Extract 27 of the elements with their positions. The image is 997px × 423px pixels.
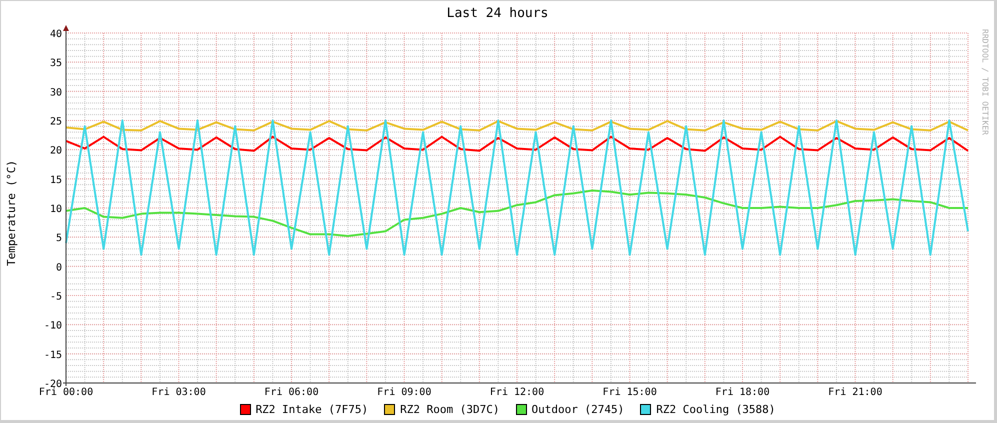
axis-tick-label: Fri 15:00 [603, 387, 658, 398]
legend-label: RZ2 Room (3D7C) [400, 403, 500, 416]
axis-tick-label: Fri 06:00 [264, 387, 320, 398]
axis-tick-label: -10 [44, 320, 62, 332]
axis-tick-label: -5 [50, 292, 62, 302]
axis-tick-label: Fri 00:00 [39, 387, 94, 398]
axis-tick-label: Fri 03:00 [152, 387, 206, 398]
axis-tick-label: Fri 18:00 [716, 387, 770, 398]
axis-tick-label: 10 [50, 204, 62, 215]
legend-label: Outdoor (2745) [532, 403, 624, 416]
axis-tick-label: 30 [50, 87, 62, 98]
chart-title: Last 24 hours [446, 5, 550, 23]
legend-label: RZ2 Intake (7F75) [256, 403, 368, 416]
axis-tick-label: Fri 09:00 [378, 387, 432, 398]
axis-tick-label: 15 [50, 174, 62, 186]
axis-tick-label: Fri 21:00 [828, 387, 883, 398]
axis-tick-label: 25 [50, 116, 62, 128]
axis-tick-label: 0 [56, 262, 62, 274]
axis-tick-label: 20 [50, 146, 62, 157]
y-axis-label: Temperature (°C) [4, 160, 18, 266]
legend-label: RZ2 Cooling (3588) [656, 403, 776, 416]
axis-tick-label: 35 [50, 58, 62, 70]
credit-text: RRDTOOL / TOBI OETIKER [980, 29, 990, 135]
axis-tick-label: 40 [50, 29, 62, 40]
axis-tick-label: 5 [56, 233, 62, 244]
axis-tick-label: Fri 12:00 [490, 387, 545, 398]
axis-tick-label: -15 [44, 350, 62, 361]
